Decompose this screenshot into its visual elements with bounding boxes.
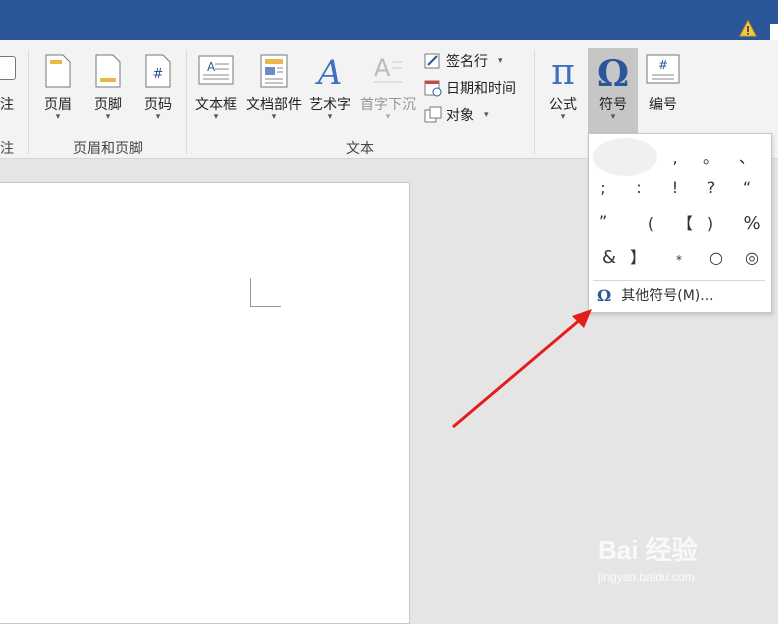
watermark-logo: Bai 经验 — [598, 535, 698, 565]
annotation-arrow-icon — [452, 309, 592, 429]
watermark-url: jingyan.baidu.com — [598, 570, 695, 584]
